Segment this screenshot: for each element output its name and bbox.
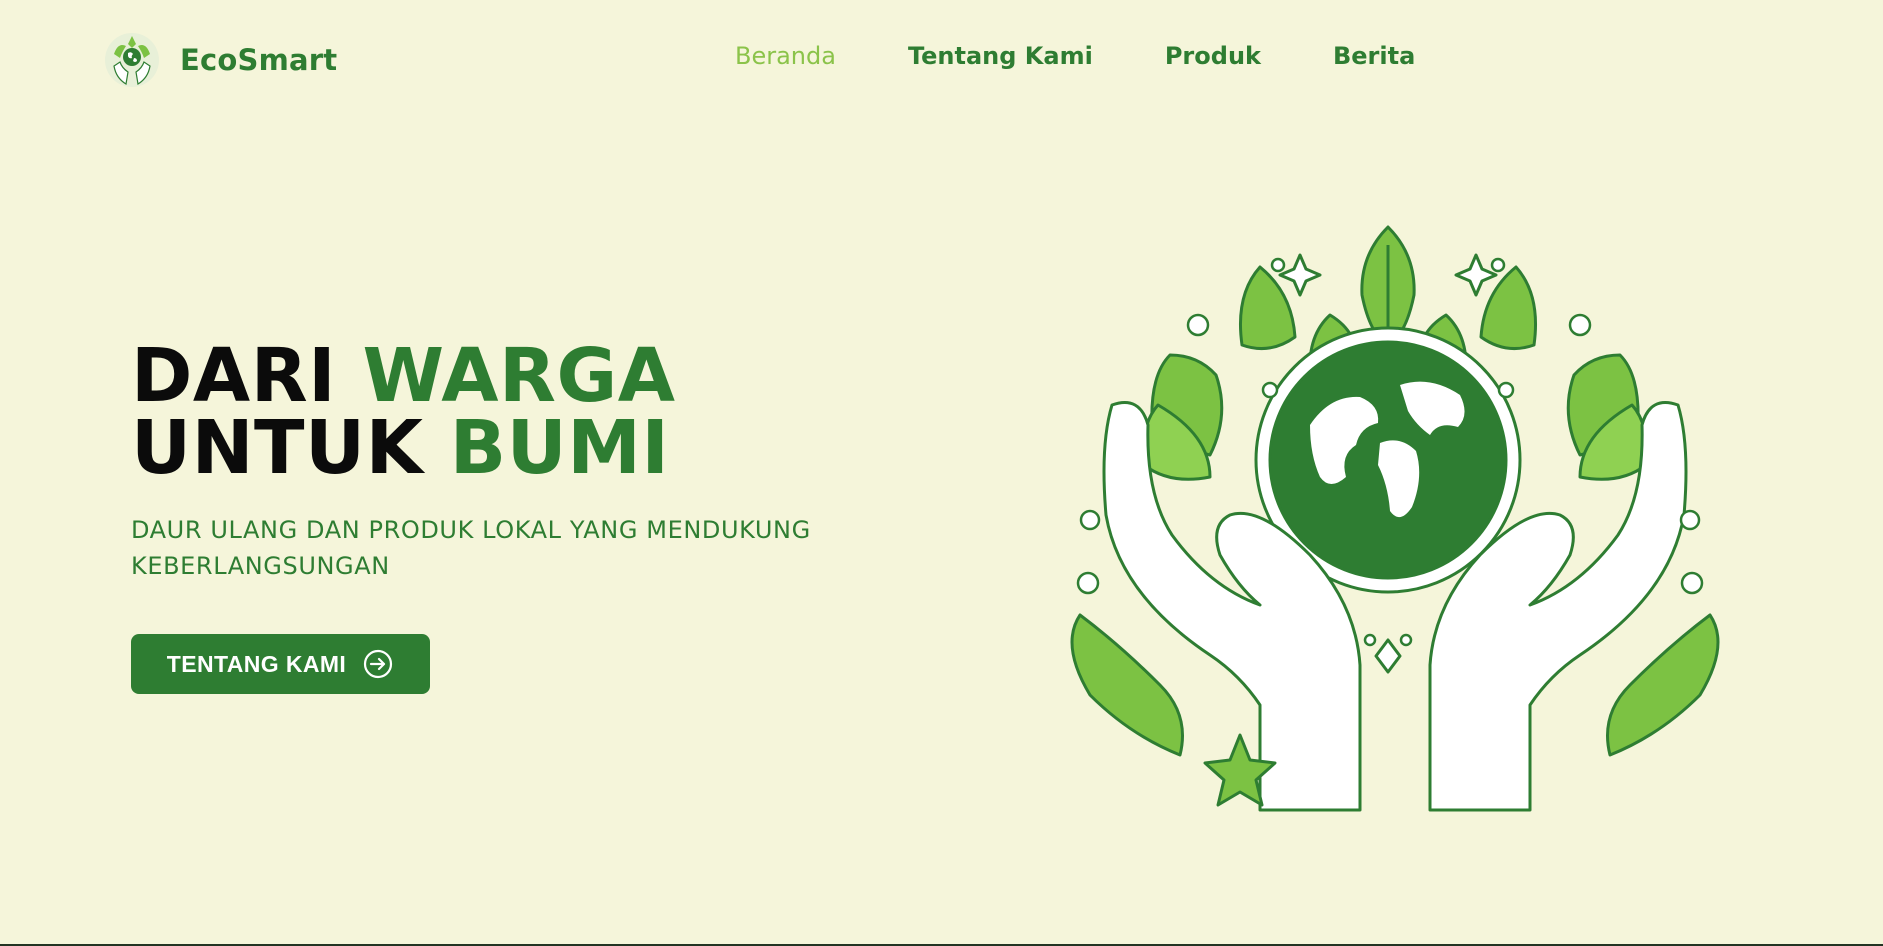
hero-title-untuk: UNTUK <box>131 405 450 491</box>
nav-menu: Beranda Tentang Kami Produk Berita <box>735 42 1415 70</box>
nav-item-produk[interactable]: Produk <box>1165 42 1261 70</box>
hero-text: DARI WARGA UNTUK BUMI DAUR ULANG DAN PRO… <box>131 339 891 584</box>
brand-name: EcoSmart <box>180 43 338 77</box>
hero-title-bumi: BUMI <box>449 405 670 491</box>
nav-item-tentang-kami[interactable]: Tentang Kami <box>908 42 1093 70</box>
hero-subtitle: DAUR ULANG DAN PRODUK LOKAL YANG MENDUKU… <box>131 516 811 580</box>
arrow-circle-right-icon <box>364 649 393 679</box>
cta-label: TENTANG KAMI <box>166 650 347 677</box>
brand-link[interactable]: EcoSmart <box>104 32 337 88</box>
earth-hands-logo-icon <box>105 33 159 87</box>
hands-holding-earth-illustration <box>1070 225 1720 812</box>
hero-title-line2: UNTUK BUMI <box>131 405 669 491</box>
tentang-kami-button[interactable]: TENTANG KAMI <box>131 634 430 694</box>
navbar: EcoSmart Beranda Tentang Kami Produk Ber… <box>0 0 1883 120</box>
nav-item-beranda[interactable]: Beranda <box>735 42 836 70</box>
landing-page: EcoSmart Beranda Tentang Kami Produk Ber… <box>0 0 1883 946</box>
nav-item-berita[interactable]: Berita <box>1333 42 1415 70</box>
hero-title: DARI WARGA UNTUK BUMI <box>131 339 891 485</box>
